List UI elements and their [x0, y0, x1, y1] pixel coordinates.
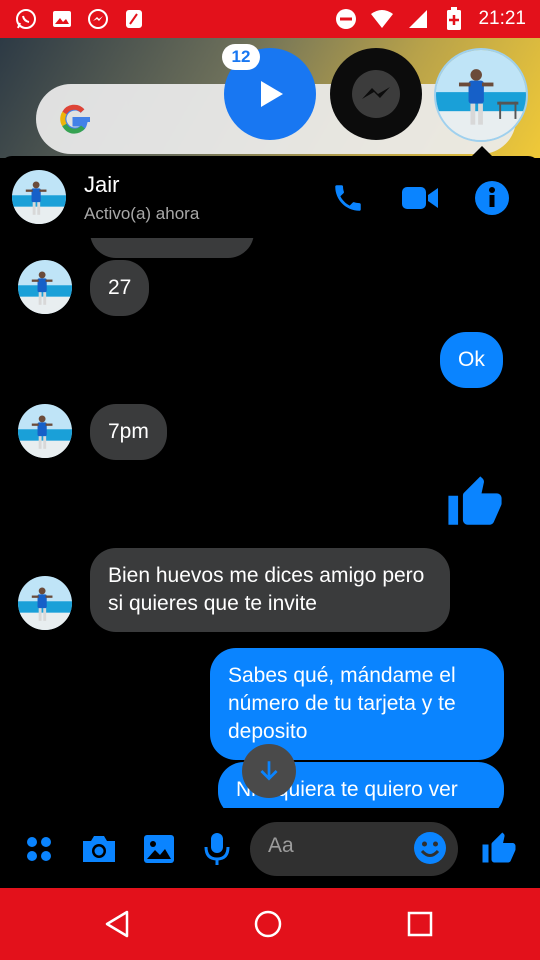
smiley-icon: [414, 832, 446, 864]
avatar-photo: [436, 50, 526, 140]
message-bubble-incoming[interactable]: Bien huevos me dices amigo pero si quier…: [90, 548, 450, 632]
message-input[interactable]: [268, 834, 408, 858]
arrow-down-icon: [260, 761, 278, 781]
back-button[interactable]: [98, 904, 138, 944]
message-bubble-incoming[interactable]: 7pm: [90, 404, 167, 460]
image-icon: [144, 835, 174, 863]
avatar: [18, 404, 72, 458]
chat-head-pointer: [472, 146, 492, 156]
battery-icon: [442, 7, 466, 31]
info-button[interactable]: [472, 178, 512, 218]
active-status: Activo(a) ahora: [84, 204, 200, 223]
info-icon: [475, 181, 509, 215]
video-camera-icon: [402, 187, 438, 209]
video-call-button[interactable]: [400, 178, 440, 218]
message-list[interactable]: 27 Ok 7pm Bien huevos me dices amigo per…: [0, 238, 540, 808]
back-triangle-icon: [105, 910, 129, 938]
microphone-icon: [204, 833, 230, 865]
camera-button[interactable]: [80, 830, 118, 868]
notification-count-badge: 12: [222, 44, 260, 70]
phone-call-button[interactable]: [328, 178, 368, 218]
phone-icon: [335, 185, 361, 211]
clock: 21:21: [478, 8, 526, 29]
home-circle-icon: [254, 910, 282, 938]
message-bubble-outgoing[interactable]: Sabes qué, mándame el número de tu tarje…: [210, 648, 504, 760]
messenger-icon: [86, 7, 110, 31]
messenger-logo-icon: [352, 70, 400, 118]
gallery-icon: [50, 7, 74, 31]
wifi-icon: [370, 7, 394, 31]
microphone-button[interactable]: [198, 830, 236, 868]
contact-chat-head[interactable]: [434, 48, 528, 142]
send-like-button[interactable]: [480, 830, 518, 868]
avatar: [18, 576, 72, 630]
messenger-chat-head[interactable]: [330, 48, 422, 140]
home-button[interactable]: [248, 904, 288, 944]
chat-panel: Jair Activo(a) ahora 27 Ok 7pm Bien huev…: [0, 156, 540, 888]
more-actions-button[interactable]: [20, 830, 58, 868]
play-icon: [261, 81, 283, 107]
message-bubble-incoming[interactable]: 27: [90, 260, 150, 316]
emoji-button[interactable]: [412, 830, 448, 866]
avatar: [18, 260, 72, 314]
app-icon: [122, 7, 146, 31]
like-sticker[interactable]: [446, 474, 506, 532]
scroll-to-bottom-button[interactable]: [242, 744, 296, 798]
thumbs-up-icon: [482, 832, 516, 863]
system-nav-bar: [0, 888, 540, 960]
signal-icon: [406, 7, 430, 31]
whatsapp-icon: [14, 7, 38, 31]
gallery-button[interactable]: [140, 830, 178, 868]
recents-button[interactable]: [400, 904, 440, 944]
chat-header: Jair Activo(a) ahora: [0, 156, 540, 238]
message-composer: [0, 816, 540, 888]
message-bubble-outgoing[interactable]: Ok: [440, 332, 503, 388]
avatar[interactable]: [12, 170, 66, 224]
dnd-icon: [334, 7, 358, 31]
google-logo-icon: [56, 100, 94, 148]
thumbs-up-icon: [448, 476, 502, 525]
message-input-wrapper[interactable]: [250, 822, 458, 876]
contact-name[interactable]: Jair: [84, 172, 119, 198]
camera-icon: [83, 836, 115, 862]
status-bar: 21:21: [0, 0, 540, 38]
message-bubble-partial: [90, 238, 254, 258]
recents-square-icon: [407, 911, 433, 937]
grid-dots-icon: [27, 837, 51, 861]
